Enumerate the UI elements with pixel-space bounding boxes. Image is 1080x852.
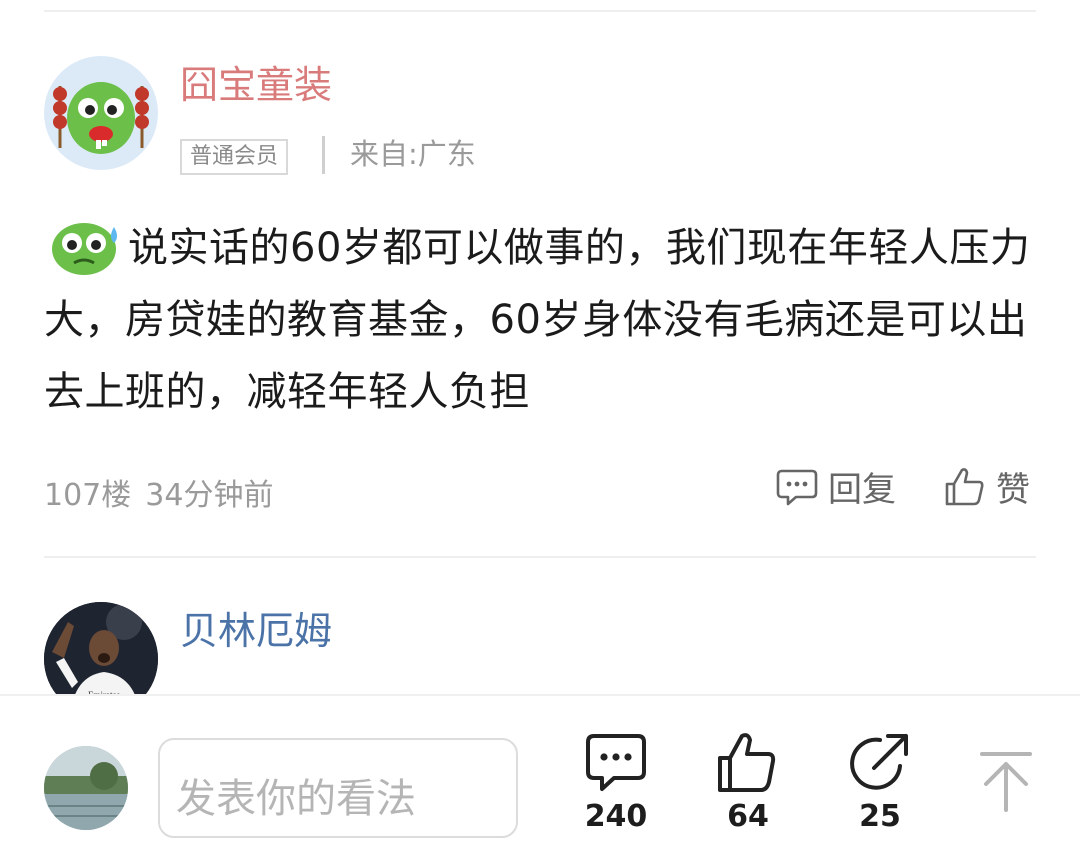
comment-bubble-icon (776, 469, 818, 505)
floor-number: 107楼 (44, 478, 132, 513)
like-button[interactable]: 赞 (944, 462, 1030, 511)
shares-count: 25 (859, 799, 901, 834)
comment-input[interactable]: 发表你的看法 (158, 738, 518, 838)
comment-bubble-icon (586, 734, 646, 791)
username[interactable]: 囧宝童装 (180, 66, 332, 104)
meta-separator (322, 136, 325, 174)
landscape-avatar-icon (44, 746, 128, 830)
green-monster-avatar-icon (53, 82, 149, 154)
comments-button[interactable]: 240 (556, 732, 676, 832)
arrow-up-icon (980, 752, 1032, 812)
comment-meta: 107楼 34分钟前 (44, 470, 273, 514)
like-label: 赞 (996, 470, 1030, 510)
comment-body: 说实话的60岁都可以做事的，我们现在年轻人压力大，房贷娃的教育基金，60岁身体没… (44, 225, 1031, 415)
post-time: 34分钟前 (145, 478, 274, 513)
reply-button[interactable]: 回复 (776, 462, 896, 511)
comment-divider (44, 556, 1036, 558)
thumbs-up-icon (945, 467, 984, 505)
username[interactable]: 贝林厄姆 (180, 612, 332, 650)
location-label: 来自:广东 (350, 137, 476, 171)
member-badge: 普通会员 (180, 139, 289, 175)
likes-count: 64 (727, 799, 769, 834)
user-avatar[interactable] (44, 56, 158, 170)
sweating-monster-emoji-icon (44, 213, 128, 277)
thumbs-up-icon (718, 733, 776, 792)
comment-text: 说实话的60岁都可以做事的，我们现在年轻人压力大，房贷娃的教育基金，60岁身体没… (44, 212, 1034, 428)
my-avatar[interactable] (44, 746, 128, 830)
top-divider (44, 10, 1036, 12)
bottom-bar: 发表你的看法 240 64 25 (0, 694, 1080, 852)
back-to-top-button[interactable] (976, 750, 1036, 814)
share-icon (850, 734, 908, 790)
share-button[interactable]: 25 (820, 732, 940, 832)
reply-label: 回复 (828, 470, 896, 510)
likes-button[interactable]: 64 (688, 732, 808, 832)
comments-count: 240 (584, 799, 648, 834)
